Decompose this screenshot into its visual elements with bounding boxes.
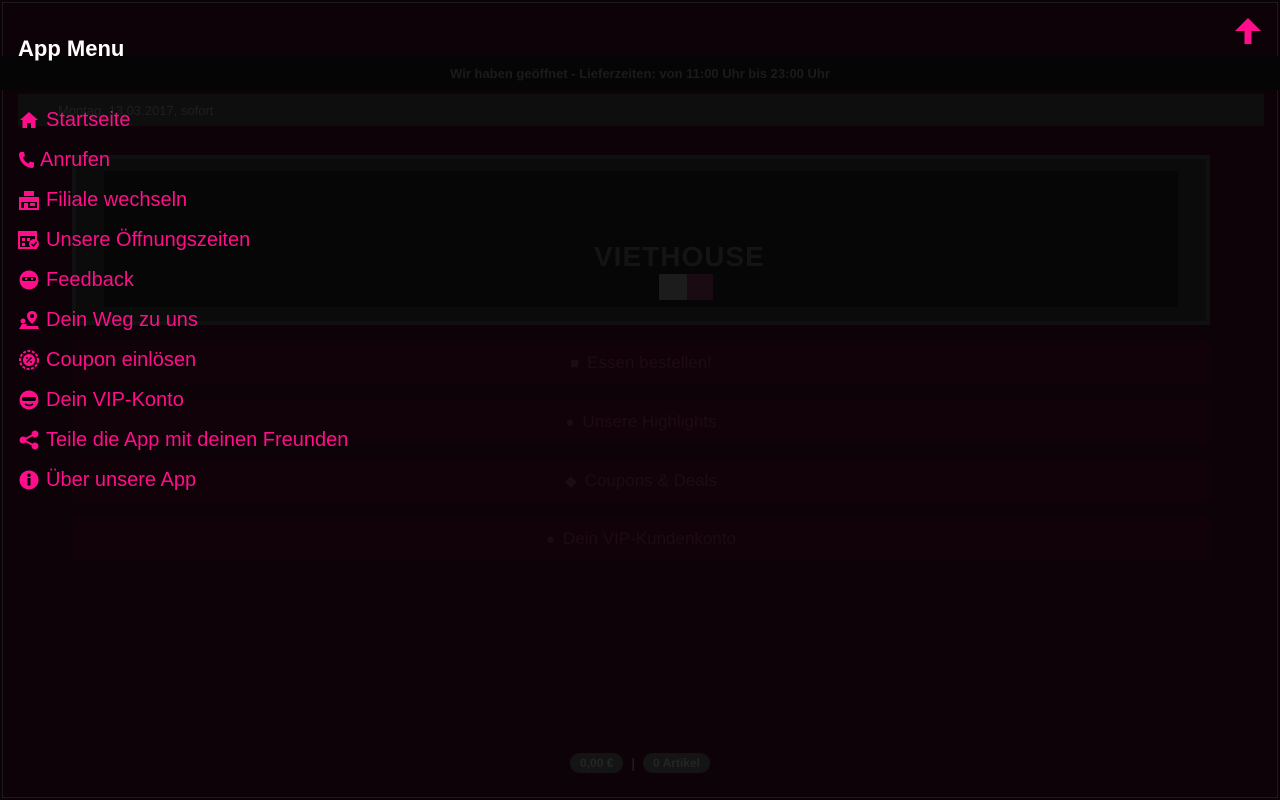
coupons-deals-label: Coupons & Deals [584, 471, 717, 490]
menu-item-label: Filiale wechseln [46, 188, 188, 211]
menu-item-label: Anrufen [40, 148, 111, 171]
menu-item-label: Startseite [46, 108, 131, 131]
cart-items-badge[interactable]: 0 Artikel [643, 753, 710, 773]
menu-item-ueber-app[interactable]: Über unsere App [18, 460, 348, 500]
banner-logo-text: VIETHOUSE [594, 241, 765, 272]
menu-item-label: Feedback [46, 268, 134, 291]
vip-account-button[interactable]: ● Dein VIP-Kundenkonto [72, 517, 1210, 561]
menu-item-feedback[interactable]: Feedback [18, 260, 348, 300]
menu-item-dein-weg[interactable]: Dein Weg zu uns [18, 300, 348, 340]
arrow-up-icon [1233, 16, 1263, 51]
cart-total-badge[interactable]: 0,00 € [570, 753, 624, 773]
menu-item-oeffnungszeiten[interactable]: Unsere Öffnungszeiten [18, 220, 348, 260]
vip-icon: ● [545, 530, 556, 548]
coupon-icon [18, 349, 40, 371]
menu-item-coupon[interactable]: Coupon einlösen [18, 340, 348, 380]
feedback-icon [18, 269, 40, 291]
calendar-icon [18, 229, 40, 251]
info-icon [18, 469, 40, 491]
menu-item-label: Dein Weg zu uns [46, 308, 198, 331]
menu-title: App Menu [18, 36, 125, 61]
menu-item-label: Coupon einlösen [46, 348, 197, 371]
close-menu-button[interactable] [1232, 16, 1264, 50]
menu-item-label: Über unsere App [46, 468, 197, 491]
vip-account-label: Dein VIP-Kundenkonto [563, 529, 736, 548]
home-icon [18, 109, 40, 131]
menu-item-label: Dein VIP-Konto [46, 388, 184, 411]
phone-icon [18, 149, 34, 171]
menu-item-anrufen[interactable]: Anrufen [18, 140, 348, 180]
map-pin-icon [18, 309, 40, 331]
menu-item-label: Teile die App mit deinen Freunden [46, 428, 349, 451]
menu-item-vip-konto[interactable]: Dein VIP-Konto [18, 380, 348, 420]
menu-item-label: Unsere Öffnungszeiten [46, 228, 251, 251]
highlights-label: Unsere Highlights [582, 412, 717, 431]
opening-hours-notice: Wir haben geöffnet - Lieferzeiten: von 1… [0, 56, 1280, 90]
star-icon: ● [565, 413, 575, 431]
vip-icon [18, 389, 40, 411]
bag-icon: ■ [570, 354, 580, 372]
menu-item-teilen[interactable]: Teile die App mit deinen Freunden [18, 420, 348, 460]
cart-separator: | [631, 755, 636, 771]
app-menu-list: Startseite Anrufen Filiale wechseln Unse… [18, 100, 348, 500]
cart-bar: 0,00 € | 0 Artikel [0, 746, 1280, 780]
banner-flag-block [659, 274, 687, 300]
store-icon [18, 189, 40, 211]
banner-flag-block [687, 274, 713, 300]
share-icon [18, 429, 40, 451]
menu-item-startseite[interactable]: Startseite [18, 100, 348, 140]
order-food-label: Essen bestellen! [587, 353, 712, 372]
tag-icon: ◆ [565, 473, 577, 490]
menu-item-filiale-wechseln[interactable]: Filiale wechseln [18, 180, 348, 220]
